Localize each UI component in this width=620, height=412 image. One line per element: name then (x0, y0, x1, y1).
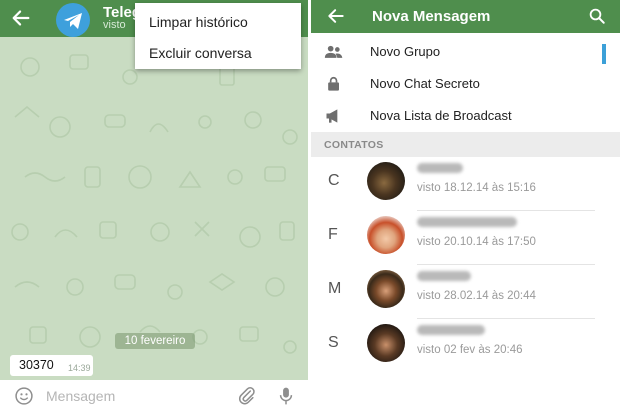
option-new-group[interactable]: Novo Grupo (311, 36, 620, 68)
arrow-left-icon[interactable] (326, 6, 346, 26)
message-input-bar (0, 380, 308, 412)
date-separator: 10 fevereiro (115, 333, 195, 349)
scrollbar[interactable] (602, 44, 606, 64)
last-seen-status: visto 28.02.14 às 20:44 (417, 290, 536, 302)
message-bubble[interactable]: 30370 14:39 (10, 355, 93, 376)
telegram-logo-icon[interactable] (56, 3, 90, 37)
avatar (367, 270, 405, 308)
group-icon (324, 45, 343, 58)
message-input[interactable] (46, 384, 226, 408)
contact-name-blurred (417, 271, 471, 281)
arrow-left-icon[interactable] (10, 7, 32, 29)
menu-item-clear-history[interactable]: Limpar histórico (149, 14, 248, 30)
new-message-screen: Nova Mensagem Novo Grupo Novo Chat Secre… (311, 0, 620, 412)
index-letter: S (328, 334, 339, 351)
microphone-icon[interactable] (277, 386, 295, 406)
megaphone-icon (326, 109, 338, 123)
search-icon[interactable] (588, 7, 606, 25)
paperclip-icon[interactable] (237, 386, 257, 406)
index-letter: C (328, 172, 340, 189)
option-new-secret-chat[interactable]: Novo Chat Secreto (311, 68, 620, 100)
last-seen-status: visto 02 fev às 20:46 (417, 344, 523, 356)
section-label: CONTATOS (324, 139, 384, 151)
contact-row[interactable]: C visto 18.12.14 às 15:16 (311, 157, 620, 211)
section-header: CONTATOS (311, 132, 620, 157)
index-letter: F (328, 226, 338, 243)
chat-background (0, 37, 308, 380)
avatar (367, 216, 405, 254)
index-letter: M (328, 280, 342, 297)
contact-row[interactable]: M visto 28.02.14 às 20:44 (311, 265, 620, 319)
last-seen-status: visto 18.12.14 às 15:16 (417, 182, 536, 194)
avatar (367, 162, 405, 200)
overflow-menu: Limpar histórico Excluir conversa (135, 3, 301, 69)
chat-screen: Teleg visto Limpar histórico Excluir con… (0, 0, 308, 412)
page-title: Nova Mensagem (372, 8, 491, 25)
menu-item-delete-chat[interactable]: Excluir conversa (149, 45, 252, 61)
option-new-broadcast-list[interactable]: Nova Lista de Broadcast (311, 100, 620, 132)
option-label: Nova Lista de Broadcast (370, 108, 512, 123)
smiley-icon[interactable] (14, 386, 34, 406)
last-seen-status: visto 20.10.14 às 17:50 (417, 236, 536, 248)
contact-name-blurred (417, 325, 485, 335)
contact-name-blurred (417, 217, 517, 227)
contact-row[interactable]: F visto 20.10.14 às 17:50 (311, 211, 620, 265)
chat-subtitle: visto (103, 19, 126, 31)
doodle-pattern (11, 50, 298, 354)
message-time: 14:39 (68, 363, 91, 373)
contact-row[interactable]: S visto 02 fev às 20:46 (311, 319, 620, 373)
new-message-header: Nova Mensagem (311, 0, 620, 33)
lock-icon (328, 76, 339, 91)
message-text: 30370 (19, 358, 54, 372)
contact-name-blurred (417, 163, 463, 173)
option-label: Novo Chat Secreto (370, 76, 480, 91)
option-label: Novo Grupo (370, 44, 441, 59)
avatar (367, 324, 405, 362)
